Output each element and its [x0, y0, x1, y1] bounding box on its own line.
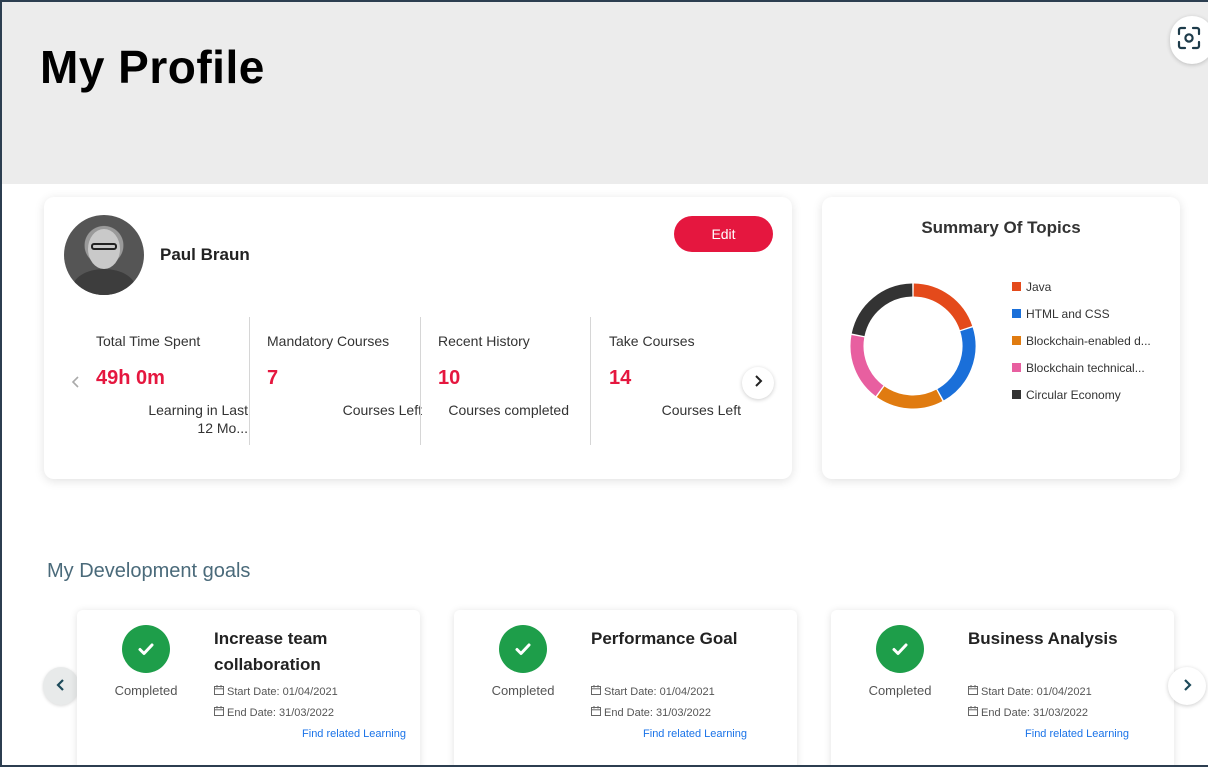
legend-label: Java: [1026, 279, 1052, 294]
legend-item[interactable]: HTML and CSS: [1012, 300, 1151, 327]
goal-card[interactable]: Completed Business Analysis Start Date: …: [831, 610, 1174, 765]
legend-swatch: [1012, 336, 1021, 345]
stat-value: 49h 0m: [96, 367, 165, 389]
goals-next-button[interactable]: [1168, 667, 1206, 705]
focus-mode-button[interactable]: [1170, 16, 1208, 64]
calendar-icon: [968, 685, 978, 698]
scan-focus-icon: [1176, 25, 1202, 56]
stat-label: Mandatory Courses: [267, 333, 390, 349]
legend-item[interactable]: Circular Economy: [1012, 381, 1151, 408]
goal-start-date: Start Date: 01/04/2021: [214, 685, 338, 698]
goal-status: Completed: [491, 683, 555, 698]
page-header: My Profile: [2, 2, 1208, 184]
donut-slice-5[interactable]: [851, 283, 913, 337]
stat-label: Take Courses: [609, 333, 695, 349]
section-title: My Development goals: [47, 560, 251, 582]
legend-swatch: [1012, 282, 1021, 291]
stat-subtext: Courses Left: [342, 402, 422, 418]
goals-prev-button[interactable]: [43, 667, 79, 705]
calendar-icon: [591, 685, 601, 698]
page-title: My Profile: [40, 41, 265, 93]
goal-title: Performance Goal: [591, 629, 738, 648]
goal-start-date: Start Date: 01/04/2021: [968, 685, 1092, 698]
topics-legend: Java HTML and CSS Blockchain-enabled d... B…: [1012, 273, 1151, 408]
stat-label: Total Time Spent: [96, 333, 201, 349]
stats-prev-button[interactable]: [60, 368, 92, 400]
avatar[interactable]: [64, 215, 144, 295]
donut-slice-4[interactable]: [850, 335, 884, 397]
goal-end-date: End Date: 31/03/2022: [968, 706, 1088, 719]
divider: [249, 317, 250, 445]
divider: [590, 317, 591, 445]
chevron-left-icon: [56, 676, 66, 697]
stats-next-button[interactable]: [742, 367, 774, 399]
stat-subtext: Learning in Last 12 Mo...: [148, 402, 248, 436]
chevron-right-icon: [1182, 676, 1192, 697]
topics-donut-chart: [850, 283, 976, 409]
calendar-icon: [214, 685, 224, 698]
stat-mandatory-courses: Mandatory Courses 7 Courses Left: [267, 317, 437, 445]
stat-subtext: Courses Left: [661, 402, 741, 418]
stat-total-time: Total Time Spent 49h 0m Learning in Last…: [96, 317, 266, 445]
calendar-icon: [968, 706, 978, 719]
check-icon: [122, 625, 170, 673]
legend-label: HTML and CSS: [1026, 306, 1110, 321]
goal-title: Business Analysis: [968, 629, 1118, 648]
legend-swatch: [1012, 309, 1021, 318]
summary-title: Summary Of Topics: [921, 218, 1081, 237]
goal-status: Completed: [868, 683, 932, 698]
edit-button[interactable]: Edit: [674, 216, 773, 252]
check-icon: [876, 625, 924, 673]
donut-slice-1[interactable]: [913, 283, 973, 331]
stat-value: 7: [267, 367, 279, 389]
summary-card: Summary Of Topics Java HTML and CSS Blockc…: [822, 197, 1180, 479]
legend-label: Circular Economy: [1026, 387, 1121, 402]
donut-slice-2[interactable]: [937, 327, 976, 401]
chevron-left-icon: [71, 375, 81, 393]
profile-card: Paul Braun Edit Total Time Spent 49h 0m …: [44, 197, 792, 479]
stat-value: 10: [438, 367, 461, 389]
find-related-learning-link[interactable]: Find related Learning: [643, 728, 747, 740]
user-name: Paul Braun: [160, 245, 250, 264]
legend-label: Blockchain-enabled d...: [1026, 333, 1151, 348]
find-related-learning-link[interactable]: Find related Learning: [302, 728, 406, 740]
stat-subtext: Courses completed: [448, 402, 569, 418]
stat-label: Recent History: [438, 333, 530, 349]
legend-swatch: [1012, 390, 1021, 399]
chevron-right-icon: [753, 374, 763, 392]
goal-card[interactable]: Completed Increase team collaboration St…: [77, 610, 420, 765]
app-frame: My Profile Paul Braun Edit Total Time Sp…: [0, 0, 1208, 767]
goal-end-date: End Date: 31/03/2022: [591, 706, 711, 719]
goal-title: Increase team collaboration: [214, 629, 328, 674]
legend-item[interactable]: Java: [1012, 273, 1151, 300]
goal-card[interactable]: Completed Performance Goal Start Date: 0…: [454, 610, 797, 765]
legend-label: Blockchain technical...: [1026, 360, 1145, 375]
divider: [420, 317, 421, 445]
find-related-learning-link[interactable]: Find related Learning: [1025, 728, 1129, 740]
goal-status: Completed: [114, 683, 178, 698]
check-icon: [499, 625, 547, 673]
calendar-icon: [214, 706, 224, 719]
goal-start-date: Start Date: 01/04/2021: [591, 685, 715, 698]
legend-swatch: [1012, 363, 1021, 372]
stat-recent-history: Recent History 10 Courses completed: [438, 317, 608, 445]
legend-item[interactable]: Blockchain technical...: [1012, 354, 1151, 381]
legend-item[interactable]: Blockchain-enabled d...: [1012, 327, 1151, 354]
stat-value: 14: [609, 367, 632, 389]
calendar-icon: [591, 706, 601, 719]
goal-end-date: End Date: 31/03/2022: [214, 706, 334, 719]
donut-slice-3[interactable]: [876, 386, 943, 409]
